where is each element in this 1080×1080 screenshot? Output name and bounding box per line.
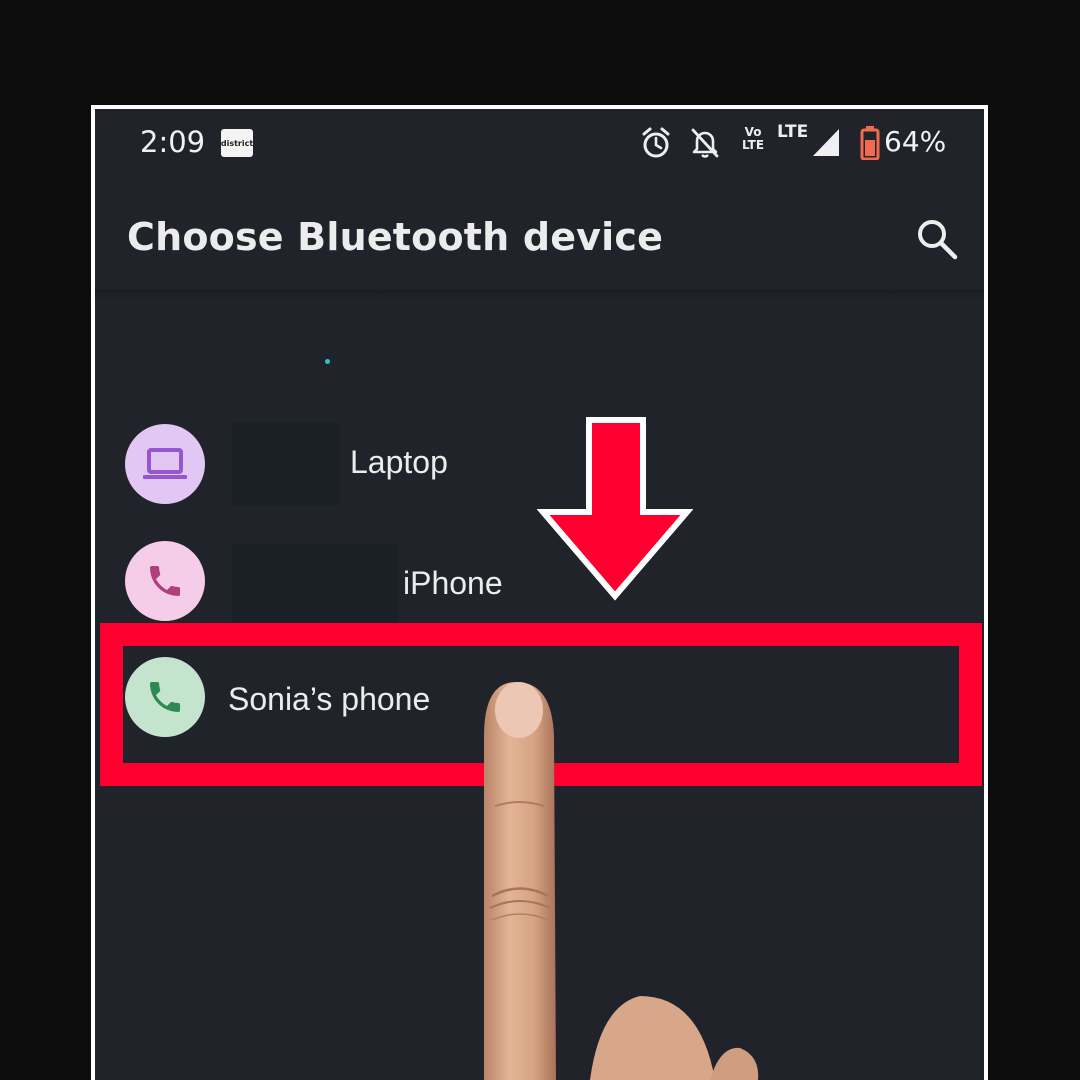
finger-pointer-icon (484, 682, 759, 1080)
signal-icon (813, 129, 839, 156)
device-avatar (125, 541, 205, 621)
alarm-icon (642, 127, 670, 158)
page-title: Choose Bluetooth device (127, 215, 664, 259)
bell-off-icon (691, 128, 719, 158)
notification-app-icon: district (221, 129, 253, 157)
down-arrow-icon (537, 417, 693, 601)
redacted-name (232, 423, 340, 505)
battery-percent: 64% (884, 125, 947, 158)
battery-icon (860, 126, 880, 160)
device-avatar (125, 424, 205, 504)
search-icon[interactable] (915, 217, 959, 261)
status-time: 2:09 (140, 125, 206, 159)
status-bar: 2:09 district Vo LTE LTE 64% (95, 109, 984, 179)
device-label-laptop: Laptop (350, 444, 448, 480)
phone-icon (150, 566, 180, 596)
laptop-icon (143, 448, 187, 479)
header-divider (95, 289, 984, 301)
scanning-indicator (325, 359, 330, 364)
volte-icon: Vo LTE (741, 125, 765, 152)
device-label-iphone: iPhone (403, 565, 503, 601)
lte-icon: LTE (777, 122, 809, 142)
